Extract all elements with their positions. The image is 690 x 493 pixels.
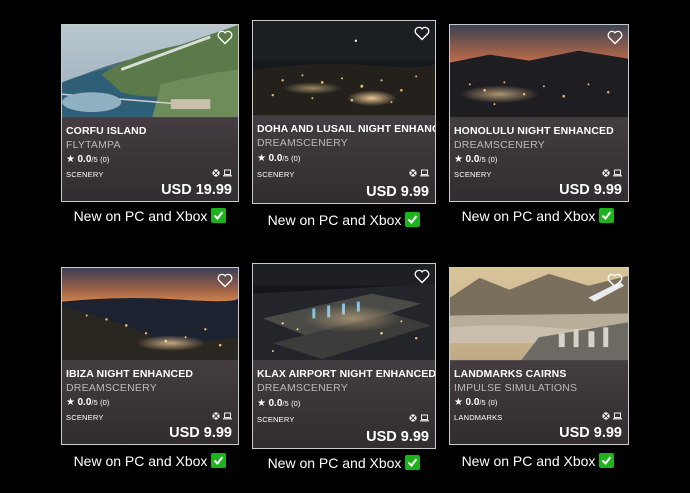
star-icon: ★ xyxy=(66,154,75,165)
favorite-heart-icon[interactable] xyxy=(217,273,233,288)
card-creator: FLYTAMPA xyxy=(66,139,121,151)
xbox-icon xyxy=(602,169,610,177)
favorite-heart-icon[interactable] xyxy=(414,269,430,284)
product-card-doha[interactable]: DOHA AND LUSAIL NIGHT ENHANCED DREAMSCEN… xyxy=(252,20,436,204)
caption-corfu: New on PC and Xbox xyxy=(40,208,260,224)
card-rating: ★ 0.0/5 (0) xyxy=(454,397,498,408)
platform-icons xyxy=(212,412,232,420)
card-title: KLAX AIRPORT NIGHT ENHANCED xyxy=(257,368,435,380)
card-category: LANDMARKS xyxy=(454,413,503,422)
product-card-ibiza[interactable]: IBIZA NIGHT ENHANCED DREAMSCENERY ★ 0.0/… xyxy=(61,267,239,445)
card-creator: DREAMSCENERY xyxy=(454,139,545,151)
star-icon: ★ xyxy=(257,398,266,409)
caption-doha: New on PC and Xbox xyxy=(234,212,454,228)
star-icon: ★ xyxy=(257,153,266,164)
xbox-icon xyxy=(409,169,417,177)
laptop-icon xyxy=(613,169,622,177)
caption-klax: New on PC and Xbox xyxy=(234,455,454,471)
card-info-panel: IBIZA NIGHT ENHANCED DREAMSCENERY ★ 0.0/… xyxy=(62,360,238,444)
card-price: USD 9.99 xyxy=(559,182,622,198)
xbox-icon xyxy=(212,169,220,177)
card-title: DOHA AND LUSAIL NIGHT ENHANCED xyxy=(257,123,435,135)
card-rating: ★ 0.0/5 (0) xyxy=(257,398,301,409)
card-price: USD 9.99 xyxy=(366,429,429,445)
product-card-honolulu[interactable]: HONOLULU NIGHT ENHANCED DREAMSCENERY ★ 0… xyxy=(449,24,629,202)
laptop-icon xyxy=(420,414,429,422)
green-check-icon xyxy=(599,208,615,223)
xbox-icon xyxy=(409,414,417,422)
card-price: USD 9.99 xyxy=(169,425,232,441)
card-creator: DREAMSCENERY xyxy=(257,382,348,394)
product-card-klax[interactable]: KLAX AIRPORT NIGHT ENHANCED DREAMSCENERY… xyxy=(252,263,436,449)
card-category: SCENERY xyxy=(66,170,104,179)
xbox-icon xyxy=(212,412,220,420)
card-rating: ★ 0.0/5 (0) xyxy=(66,154,110,165)
card-rating: ★ 0.0/5 (0) xyxy=(454,154,498,165)
product-card-cairns[interactable]: LANDMARKS CAIRNS IMPULSE SIMULATIONS ★ 0… xyxy=(449,267,629,445)
platform-icons xyxy=(602,169,622,177)
card-title: LANDMARKS CAIRNS xyxy=(454,368,567,380)
favorite-heart-icon[interactable] xyxy=(414,26,430,41)
green-check-icon xyxy=(211,453,227,468)
green-check-icon xyxy=(599,453,615,468)
card-creator: IMPULSE SIMULATIONS xyxy=(454,382,578,394)
green-check-icon xyxy=(405,212,421,227)
card-title: HONOLULU NIGHT ENHANCED xyxy=(454,125,614,137)
platform-icons xyxy=(409,169,429,177)
caption-ibiza: New on PC and Xbox xyxy=(40,453,260,469)
caption-honolulu: New on PC and Xbox xyxy=(428,208,648,224)
green-check-icon xyxy=(211,208,227,223)
card-info-panel: HONOLULU NIGHT ENHANCED DREAMSCENERY ★ 0… xyxy=(450,117,628,201)
product-card-corfu[interactable]: CORFU ISLAND FLYTAMPA ★ 0.0/5 (0) SCENER… xyxy=(61,24,239,202)
card-title: IBIZA NIGHT ENHANCED xyxy=(66,368,194,380)
green-check-icon xyxy=(405,455,421,470)
card-info-panel: CORFU ISLAND FLYTAMPA ★ 0.0/5 (0) SCENER… xyxy=(62,117,238,201)
laptop-icon xyxy=(420,169,429,177)
favorite-heart-icon[interactable] xyxy=(607,273,623,288)
card-info-panel: KLAX AIRPORT NIGHT ENHANCED DREAMSCENERY… xyxy=(253,360,435,448)
caption-cairns: New on PC and Xbox xyxy=(428,453,648,469)
favorite-heart-icon[interactable] xyxy=(607,30,623,45)
star-icon: ★ xyxy=(66,397,75,408)
card-creator: DREAMSCENERY xyxy=(257,137,348,149)
platform-icons xyxy=(602,412,622,420)
card-price: USD 19.99 xyxy=(161,182,232,198)
card-rating: ★ 0.0/5 (0) xyxy=(66,397,110,408)
card-category: SCENERY xyxy=(66,413,104,422)
card-category: SCENERY xyxy=(257,415,295,424)
laptop-icon xyxy=(223,169,232,177)
xbox-icon xyxy=(602,412,610,420)
laptop-icon xyxy=(223,412,232,420)
card-info-panel: DOHA AND LUSAIL NIGHT ENHANCED DREAMSCEN… xyxy=(253,115,435,203)
card-category: SCENERY xyxy=(454,170,492,179)
platform-icons xyxy=(212,169,232,177)
card-title: CORFU ISLAND xyxy=(66,125,147,137)
favorite-heart-icon[interactable] xyxy=(217,30,233,45)
card-creator: DREAMSCENERY xyxy=(66,382,157,394)
laptop-icon xyxy=(613,412,622,420)
card-rating: ★ 0.0/5 (0) xyxy=(257,153,301,164)
platform-icons xyxy=(409,414,429,422)
card-price: USD 9.99 xyxy=(559,425,622,441)
card-price: USD 9.99 xyxy=(366,184,429,200)
card-info-panel: LANDMARKS CAIRNS IMPULSE SIMULATIONS ★ 0… xyxy=(450,360,628,444)
star-icon: ★ xyxy=(454,154,463,165)
star-icon: ★ xyxy=(454,397,463,408)
card-category: SCENERY xyxy=(257,170,295,179)
